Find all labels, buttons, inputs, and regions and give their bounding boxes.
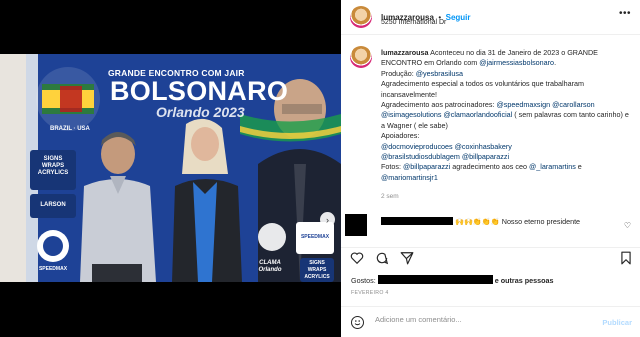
- badge-text: BRAZIL · USA: [50, 126, 90, 132]
- publish-button[interactable]: Publicar: [602, 318, 632, 327]
- chevron-right-icon[interactable]: ›: [320, 212, 335, 227]
- mention-laramartins[interactable]: @_laramartins: [529, 162, 576, 171]
- post-header: lumazzarousa • Seguir 5250 International…: [341, 0, 640, 35]
- post-photo[interactable]: GRANDE ENCONTRO COM JAIR BOLSONARO Orlan…: [0, 54, 341, 282]
- bookmark-icon[interactable]: [619, 251, 633, 265]
- sponsor-speedmax-left: SPEEDMAX: [38, 266, 68, 272]
- caption-patrocinadores: Agradecimento aos patrocinadores:: [381, 100, 497, 110]
- action-bar: [341, 247, 640, 267]
- caption-fotos: Fotos:: [381, 162, 403, 172]
- smiley-icon[interactable]: [351, 316, 364, 329]
- comment-body: Nosso eterno presidente: [499, 217, 581, 226]
- mention-carollarson[interactable]: @carollarson: [552, 100, 594, 109]
- caption-text-1-end: .: [554, 58, 557, 68]
- likes-line: Gostos: e outras pessoas: [351, 275, 554, 285]
- sponsor-larson: LARSON: [40, 202, 66, 208]
- share-icon[interactable]: [400, 251, 414, 265]
- mention-billpaparazzi[interactable]: @billpaparazzi: [462, 152, 509, 161]
- mention-mariomartinsjr1[interactable]: @mariomartinsjr1: [381, 173, 438, 182]
- sponsor-clama: CLAMA Orlando: [258, 260, 282, 273]
- comment-row: 🙌🙌👏👏👏 Nosso eterno presidente ♡: [341, 212, 640, 242]
- caption: lumazzarousa Aconteceu no dia 31 de Jane…: [381, 48, 631, 183]
- comment-text: 🙌🙌👏👏👏 Nosso eterno presidente: [381, 217, 621, 227]
- comment-avatar-redacted[interactable]: [345, 214, 367, 236]
- mention-yesbrasilusa[interactable]: @yesbrasilusa: [416, 69, 463, 78]
- mention-brasilstudiosdublagem[interactable]: @brasilstudiosdublagem: [381, 152, 460, 161]
- banner-title: BOLSONARO: [110, 76, 289, 106]
- likes-prefix: Gostos:: [351, 276, 378, 285]
- mention-coxinhasbakery[interactable]: @coxinhasbakery: [455, 142, 512, 151]
- mention-jairmessiasbolsonaro[interactable]: @jairmessiasbolsonaro: [479, 58, 554, 67]
- caption-username[interactable]: lumazzarousa: [381, 48, 429, 57]
- redacted-liker: [377, 275, 493, 284]
- mention-docmovieproducoes[interactable]: @docmovieproducoes: [381, 142, 453, 151]
- mention-isimagesolutions[interactable]: @isimagesolutions: [381, 110, 441, 119]
- post-date: FEVEREIRO 4: [351, 290, 389, 296]
- more-horizontal-icon[interactable]: •••: [619, 8, 631, 19]
- mention-billpaparazzi-fotos[interactable]: @billpaparazzi: [403, 162, 450, 171]
- location-link[interactable]: 5250 International Dr: [381, 19, 446, 26]
- sponsor-signs-right: SIGNS WRAPS ACRYLICS: [304, 260, 330, 280]
- add-comment-bar: Publicar: [341, 306, 640, 337]
- caption-agradecimento: Agradecimento especial a todos os volunt…: [381, 79, 584, 99]
- caption-producao: Produção:: [381, 68, 416, 78]
- mention-clamaorlandooficial[interactable]: @clamaorlandooficial: [443, 110, 512, 119]
- likes-others-link[interactable]: e outras pessoas: [495, 276, 554, 285]
- comment-input[interactable]: [375, 315, 595, 324]
- caption-e: e: [575, 162, 582, 172]
- smiley-glyph: [354, 320, 361, 326]
- sponsor-signs-left: SIGNS WRAPS ACRYLICS: [37, 156, 69, 176]
- comment-emojis: 🙌🙌👏👏👏: [455, 217, 500, 226]
- caption-apoiadores: Apoiadores:: [381, 131, 420, 141]
- comment-like-icon[interactable]: ♡: [624, 221, 631, 230]
- follow-button[interactable]: Seguir: [446, 13, 471, 22]
- caption-avatar[interactable]: [350, 46, 372, 68]
- caption-fotos-mid: agradecimento aos ceo: [450, 162, 529, 172]
- caption-time: 2 sem: [381, 193, 399, 200]
- banner-event: Orlando 2023: [156, 104, 245, 120]
- redacted-username: [381, 217, 453, 225]
- mention-speedmaxsign[interactable]: @speedmaxsign: [496, 100, 550, 109]
- comment-icon[interactable]: [375, 251, 389, 265]
- avatar[interactable]: [350, 6, 372, 28]
- post-sidebar: lumazzarousa • Seguir 5250 International…: [341, 0, 640, 337]
- heart-icon[interactable]: [350, 251, 364, 265]
- post-media-area: GRANDE ENCONTRO COM JAIR BOLSONARO Orlan…: [0, 0, 341, 337]
- sponsor-speedmax-right: SPEEDMAX: [300, 234, 330, 240]
